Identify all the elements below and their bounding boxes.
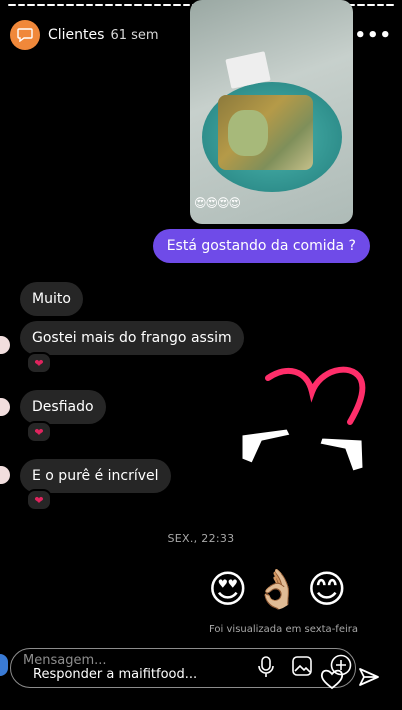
gallery-icon[interactable] <box>292 656 312 676</box>
heart-eyes-emoji: 😍 <box>208 567 248 611</box>
incoming-message[interactable]: E o purê é incrível <box>20 459 171 493</box>
progress-segment <box>105 4 113 6</box>
account-avatar[interactable] <box>10 20 40 50</box>
more-icon[interactable]: ••• <box>354 25 392 46</box>
progress-segment <box>17 4 26 6</box>
progress-segment <box>46 4 55 6</box>
progress-segment <box>182 4 191 6</box>
puree-shape <box>228 110 268 156</box>
progress-segment <box>114 4 123 6</box>
progress-segment <box>367 4 375 6</box>
progress-segment <box>134 4 142 6</box>
progress-segment <box>172 4 181 6</box>
progress-segment <box>8 4 16 6</box>
progress-segment <box>85 4 94 6</box>
incoming-message[interactable]: Muito <box>20 282 83 316</box>
progress-segment <box>143 4 152 6</box>
food-photo <box>190 0 353 224</box>
sender-avatar <box>0 336 10 354</box>
photo-reactions: 😍😍😍😍 <box>194 196 241 210</box>
smiling-emoji: 😊 <box>306 567 347 611</box>
progress-segment <box>37 4 45 6</box>
send-icon[interactable] <box>358 666 380 688</box>
heart-reaction-icon[interactable]: ❤ <box>26 352 52 374</box>
sender-avatar <box>0 466 10 484</box>
chat-bubble-icon <box>17 28 33 42</box>
progress-segment <box>95 4 104 6</box>
progress-segment <box>66 4 74 6</box>
message-timestamp: SEX., 22:33 <box>167 532 235 545</box>
progress-segment <box>75 4 84 6</box>
progress-segment <box>56 4 65 6</box>
incoming-message[interactable]: Gostei mais do frango assim <box>20 321 244 355</box>
reply-input[interactable]: Responder a maifitfood... <box>33 667 197 682</box>
heart-reaction-icon[interactable]: ❤ <box>26 421 52 443</box>
doodle-sticker <box>241 366 366 472</box>
outgoing-message[interactable]: Está gostando da comida ? <box>152 229 370 263</box>
emoji-reply[interactable]: 😍 👌🏼 😊 <box>208 567 347 612</box>
progress-segment <box>386 4 395 6</box>
heart-reaction-icon[interactable]: ❤ <box>26 489 52 511</box>
sender-avatar <box>0 398 10 416</box>
progress-segment <box>124 4 133 6</box>
message-placeholder: Mensagem... <box>23 653 107 668</box>
ok-hand-emoji: 👌🏼 <box>253 567 301 611</box>
progress-segment <box>27 4 36 6</box>
account-name[interactable]: Clientes <box>48 27 104 43</box>
post-time: 61 sem <box>110 27 159 43</box>
seen-status: Foi visualizada em sexta-feira <box>209 624 358 635</box>
like-heart-icon[interactable] <box>320 668 344 690</box>
microphone-icon[interactable] <box>258 656 274 678</box>
incoming-message[interactable]: Desfiado <box>20 390 106 424</box>
progress-segment <box>163 4 171 6</box>
progress-segment <box>376 4 385 6</box>
progress-segment <box>357 4 366 6</box>
camera-button[interactable] <box>0 654 8 676</box>
progress-segment <box>153 4 162 6</box>
